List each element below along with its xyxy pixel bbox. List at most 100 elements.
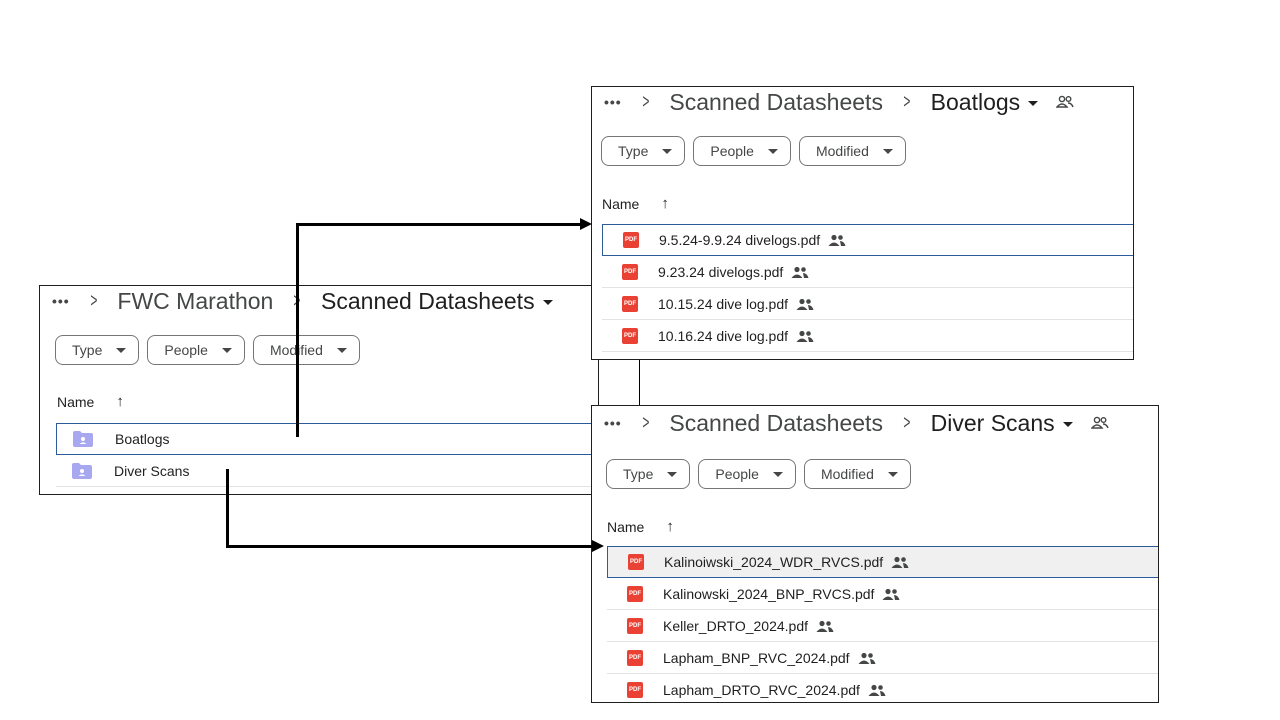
folder-row[interactable]: Boatlogs bbox=[56, 423, 598, 455]
type-filter[interactable]: Type bbox=[55, 335, 140, 365]
name-column-header[interactable]: Name ↑ bbox=[602, 195, 669, 212]
file-name: Kalinowski_2024_BNP_RVCS.pdf bbox=[663, 585, 875, 602]
shared-folder-icon bbox=[72, 462, 92, 479]
chip-label: People bbox=[164, 342, 208, 358]
caret-down-icon bbox=[1028, 100, 1039, 106]
file-name: Kalinoiwski_2024_WDR_RVCS.pdf bbox=[664, 554, 884, 570]
shared-people-icon bbox=[791, 266, 809, 278]
more-horizontal-icon[interactable]: ••• bbox=[604, 94, 622, 110]
filter-bar: Type People Modified bbox=[55, 335, 360, 365]
chip-label: Modified bbox=[820, 466, 874, 482]
chevron-right-icon: > bbox=[642, 90, 650, 113]
sort-ascending-icon[interactable]: ↑ bbox=[661, 195, 669, 212]
shared-people-icon bbox=[796, 298, 814, 310]
sort-ascending-icon[interactable]: ↑ bbox=[666, 518, 674, 535]
boatlogs-arrow-horizontal bbox=[296, 223, 580, 226]
folder-row[interactable]: Diver Scans bbox=[56, 455, 598, 487]
more-horizontal-icon[interactable]: ••• bbox=[52, 293, 70, 309]
pdf-icon: PDF bbox=[627, 617, 643, 634]
column-label: Name bbox=[602, 195, 640, 212]
shared-people-icon bbox=[858, 652, 876, 664]
shared-people-icon bbox=[891, 556, 909, 568]
chevron-right-icon: > bbox=[903, 90, 911, 113]
caret-down-icon bbox=[116, 347, 127, 353]
diver-scans-arrow-horizontal bbox=[226, 545, 592, 548]
column-label: Name bbox=[607, 518, 645, 535]
file-row[interactable]: PDF Kalinowski_2024_BNP_RVCS.pdf bbox=[607, 578, 1158, 610]
caret-down-icon bbox=[542, 299, 553, 305]
breadcrumb-label: Diver Scans bbox=[930, 409, 1055, 436]
caret-down-icon bbox=[1062, 421, 1073, 427]
file-row[interactable]: PDF Keller_DRTO_2024.pdf bbox=[607, 610, 1158, 642]
pdf-icon: PDF bbox=[627, 585, 643, 602]
file-name: Keller_DRTO_2024.pdf bbox=[663, 617, 809, 634]
breadcrumb-item-fwc-marathon[interactable]: FWC Marathon bbox=[117, 288, 273, 315]
pdf-icon: PDF bbox=[623, 232, 639, 248]
breadcrumb-item-boatlogs[interactable]: Boatlogs bbox=[931, 89, 1039, 116]
breadcrumb: ••• > FWC Marathon > Scanned Datasheets bbox=[40, 286, 598, 316]
file-name: 9.5.24-9.9.24 divelogs.pdf bbox=[659, 232, 821, 248]
modified-filter[interactable]: Modified bbox=[798, 136, 906, 166]
caret-down-icon bbox=[221, 347, 232, 353]
chevron-right-icon: > bbox=[90, 289, 98, 312]
boatlogs-panel: ••• > Scanned Datasheets > Boatlogs Type… bbox=[591, 86, 1134, 360]
file-name: 10.15.24 dive log.pdf bbox=[658, 295, 788, 312]
boatlogs-arrowhead-icon bbox=[580, 218, 592, 230]
breadcrumb-item-diver-scans[interactable]: Diver Scans bbox=[931, 410, 1073, 437]
chip-label: Type bbox=[72, 342, 103, 358]
file-name: Lapham_BNP_RVC_2024.pdf bbox=[663, 649, 850, 666]
file-row[interactable]: PDF 10.16.24 dive log.pdf bbox=[602, 320, 1133, 352]
root-folder-panel: ••• > FWC Marathon > Scanned Datasheets … bbox=[39, 285, 599, 495]
folder-name: Diver Scans bbox=[114, 462, 190, 479]
breadcrumb-item-scanned-datasheets[interactable]: Scanned Datasheets bbox=[669, 410, 883, 437]
chip-label: People bbox=[710, 143, 754, 159]
pdf-icon: PDF bbox=[622, 263, 638, 280]
file-row[interactable]: PDF Kalinoiwski_2024_WDR_RVCS.pdf bbox=[607, 546, 1158, 578]
sort-ascending-icon[interactable]: ↑ bbox=[116, 393, 124, 410]
name-column-header[interactable]: Name ↑ bbox=[57, 393, 124, 410]
pdf-icon: PDF bbox=[627, 649, 643, 666]
breadcrumb: ••• > Scanned Datasheets > Boatlogs bbox=[592, 87, 1133, 117]
boatlogs-arrow-vertical bbox=[296, 223, 299, 437]
chevron-right-icon: > bbox=[642, 411, 650, 434]
file-row[interactable]: PDF Lapham_DRTO_RVC_2024.pdf bbox=[607, 674, 1158, 702]
breadcrumb-item-scanned-datasheets[interactable]: Scanned Datasheets bbox=[321, 288, 553, 315]
people-filter[interactable]: People bbox=[698, 459, 796, 489]
file-row[interactable]: PDF 9.23.24 divelogs.pdf bbox=[602, 256, 1133, 288]
chip-label: Type bbox=[623, 466, 654, 482]
file-row[interactable]: PDF 10.15.24 dive log.pdf bbox=[602, 288, 1133, 320]
caret-down-icon bbox=[662, 148, 673, 154]
diver-scans-panel: ••• > Scanned Datasheets > Diver Scans T… bbox=[591, 405, 1159, 703]
pdf-icon: PDF bbox=[622, 295, 638, 312]
people-filter[interactable]: People bbox=[693, 136, 791, 166]
name-column-header[interactable]: Name ↑ bbox=[607, 518, 674, 535]
chip-label: People bbox=[715, 466, 759, 482]
caret-down-icon bbox=[667, 471, 678, 477]
caret-down-icon bbox=[767, 148, 778, 154]
file-row[interactable]: PDF 9.5.24-9.9.24 divelogs.pdf bbox=[602, 224, 1133, 256]
modified-filter[interactable]: Modified bbox=[803, 459, 911, 489]
shared-folder-icon bbox=[73, 431, 93, 447]
shared-people-icon bbox=[828, 234, 846, 246]
pdf-icon: PDF bbox=[628, 554, 644, 570]
people-filter[interactable]: People bbox=[147, 335, 245, 365]
people-icon[interactable] bbox=[1056, 95, 1074, 109]
people-icon[interactable] bbox=[1090, 416, 1109, 430]
caret-down-icon bbox=[882, 148, 893, 154]
chip-label: Modified bbox=[815, 143, 869, 159]
filter-bar: Type People Modified bbox=[606, 459, 911, 489]
diver-scans-arrow-vertical bbox=[226, 469, 229, 548]
caret-down-icon bbox=[887, 471, 898, 477]
shared-people-icon bbox=[882, 588, 900, 600]
shared-people-icon bbox=[796, 330, 814, 342]
shared-people-icon bbox=[816, 620, 834, 632]
breadcrumb-item-scanned-datasheets[interactable]: Scanned Datasheets bbox=[669, 89, 883, 116]
type-filter[interactable]: Type bbox=[601, 136, 686, 166]
pdf-icon: PDF bbox=[622, 327, 638, 344]
modified-filter[interactable]: Modified bbox=[252, 335, 360, 365]
more-horizontal-icon[interactable]: ••• bbox=[604, 415, 622, 431]
type-filter[interactable]: Type bbox=[606, 459, 691, 489]
folder-name: Boatlogs bbox=[115, 431, 170, 447]
diver-scans-arrowhead-icon bbox=[592, 540, 604, 552]
file-row[interactable]: PDF Lapham_BNP_RVC_2024.pdf bbox=[607, 642, 1158, 674]
